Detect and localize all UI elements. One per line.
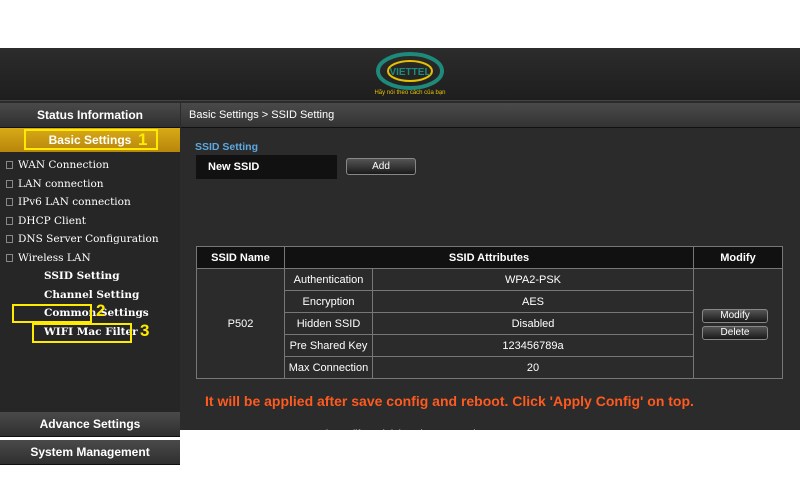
modify-button[interactable]: Modify — [702, 309, 768, 323]
sidebar-item-wan-connection[interactable]: WAN Connection — [0, 156, 180, 175]
sidebar-subitem-ssid-setting[interactable]: SSID Setting — [0, 267, 180, 286]
attr-value: WPA2-PSK — [372, 268, 694, 291]
new-ssid-label: New SSID — [196, 155, 337, 179]
attr-label: Encryption — [284, 290, 373, 313]
page-icon — [6, 253, 13, 262]
page-icon — [6, 216, 13, 225]
modify-cell: Modify Delete — [693, 268, 783, 379]
sidebar-basic-settings[interactable]: Basic Settings 1 — [0, 128, 180, 152]
apply-config-warning: It will be applied after save config and… — [205, 393, 694, 409]
slogan-text: Hãy nói theo cách của bạn — [374, 90, 446, 96]
table-header-row: SSID Name SSID Attributes Modify — [196, 246, 783, 269]
attr-label: Pre Shared Key — [284, 334, 373, 357]
sidebar-item-wireless-lan[interactable]: Wireless LAN — [0, 249, 180, 268]
section-title: SSID Setting — [195, 141, 259, 153]
add-ssid-button[interactable]: Add — [346, 158, 416, 175]
sidebar-item-dns-server-configuration[interactable]: DNS Server Configuration — [0, 230, 180, 249]
col-header-ssid-attributes: SSID Attributes — [284, 246, 694, 269]
basic-settings-menu: WAN Connection LAN connection IPv6 LAN c… — [0, 152, 180, 341]
annotation-number-2: 2 — [96, 301, 106, 320]
attr-value: Disabled — [372, 312, 694, 335]
col-header-modify: Modify — [693, 246, 783, 269]
table-row: P502 Authentication WPA2-PSK Modify Dele… — [196, 268, 783, 379]
sidebar-subitem-channel-setting[interactable]: Channel Setting — [0, 286, 180, 305]
svg-text:VIETTEL: VIETTEL — [389, 67, 430, 78]
page-icon — [6, 161, 13, 169]
col-header-ssid-name: SSID Name — [196, 246, 285, 269]
sidebar-status-information[interactable]: Status Information — [0, 103, 180, 128]
delete-button[interactable]: Delete — [702, 326, 768, 340]
sidebar-item-ipv6-lan-connection[interactable]: IPv6 LAN connection — [0, 193, 180, 212]
new-ssid-row: New SSID Add — [196, 155, 783, 179]
sidebar-item-lan-connection[interactable]: LAN connection — [0, 175, 180, 194]
sidebar-system-management[interactable]: System Management — [0, 440, 180, 465]
viettel-logo: VIETTEL — [376, 52, 444, 90]
sidebar-advance-settings[interactable]: Advance Settings — [0, 412, 180, 437]
router-admin-frame: VIETTEL Hãy nói theo cách của bạn Status… — [0, 48, 800, 465]
attr-value: 20 — [372, 356, 694, 379]
sidebar-item-dhcp-client[interactable]: DHCP Client — [0, 212, 180, 231]
attr-label: Authentication — [284, 268, 373, 291]
sidebar: Status Information Basic Settings 1 WAN … — [0, 103, 180, 465]
user-account-note: In user account, you can only modify and… — [203, 429, 508, 440]
annotation-number-1: 1 — [138, 130, 148, 149]
attr-label: Max Connection — [284, 356, 373, 379]
attr-value: 123456789a — [372, 334, 694, 357]
main-content: Basic Settings > SSID Setting SSID Setti… — [181, 103, 800, 440]
page-icon — [6, 235, 13, 243]
breadcrumb: Basic Settings > SSID Setting — [181, 103, 800, 128]
attr-value: AES — [372, 290, 694, 313]
ssid-table: SSID Name SSID Attributes Modify P502 Au… — [196, 246, 783, 379]
page-icon — [6, 198, 13, 206]
sidebar-subitem-common-settings[interactable]: Common Settings — [0, 304, 180, 323]
header-bar: VIETTEL Hãy nói theo cách của bạn — [0, 48, 800, 101]
page-icon — [6, 179, 13, 188]
annotation-number-3: 3 — [140, 321, 150, 340]
attr-label: Hidden SSID — [284, 312, 373, 335]
sidebar-subitem-wifi-mac-filter[interactable]: WIFI Mac Filter — [0, 323, 180, 342]
ssid-name-cell: P502 — [196, 268, 285, 379]
